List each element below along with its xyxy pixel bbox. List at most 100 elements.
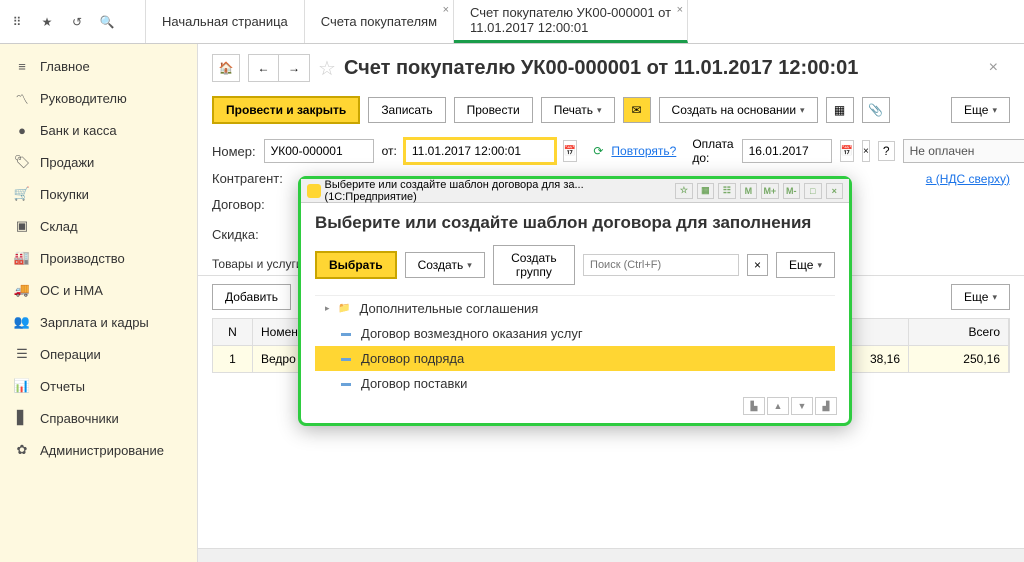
dialog-toolbar: Выбрать Создать Создать группу × Еще (315, 245, 835, 285)
search-input[interactable] (583, 254, 739, 276)
calendar-button[interactable]: 📅 (563, 140, 577, 162)
clear-button[interactable]: × (862, 140, 870, 162)
create-group-button[interactable]: Создать группу (493, 245, 575, 285)
dialog-more-button[interactable]: Еще (776, 252, 835, 278)
number-input[interactable] (264, 139, 374, 163)
tag-icon: 🏷 (14, 154, 30, 170)
sidebar-item-bank[interactable]: ●Банк и касса (0, 114, 197, 146)
status-input[interactable] (903, 139, 1024, 163)
app-topbar: ⠿ ★ ↺ 🔍 Начальная страница Счета покупат… (0, 0, 1024, 44)
tab-invoices[interactable]: Счета покупателям× (305, 0, 454, 43)
calendar-button[interactable]: 📅 (840, 140, 854, 162)
repeat-icon[interactable]: ⟳ (593, 144, 603, 158)
sidebar: ≡Главное 〽Руководителю ●Банк и касса 🏷Пр… (0, 44, 198, 562)
tool-icon[interactable]: ☷ (718, 183, 735, 199)
sidebar-item-main[interactable]: ≡Главное (0, 50, 197, 82)
vat-link[interactable]: а (НДС сверху) (926, 172, 1010, 186)
close-page-button[interactable]: × (989, 59, 998, 77)
repeat-link[interactable]: Повторять? (611, 144, 676, 158)
create-button[interactable]: Создать (405, 252, 485, 278)
back-button[interactable]: ← (249, 55, 279, 81)
coin-icon: ● (14, 122, 30, 138)
sidebar-item-purchases[interactable]: 🛒Покупки (0, 178, 197, 210)
scrollbar[interactable] (198, 548, 1024, 562)
tab-home[interactable]: Начальная страница (146, 0, 305, 43)
more-goods-button[interactable]: Еще (951, 284, 1010, 310)
boxes-icon: ▣ (14, 218, 30, 234)
star-icon[interactable]: ★ (38, 13, 56, 31)
mplus-button[interactable]: M+ (761, 183, 778, 199)
sidebar-item-assets[interactable]: 🚚ОС и НМА (0, 274, 197, 306)
post-button[interactable]: Провести (454, 97, 533, 123)
sidebar-item-reports[interactable]: 📊Отчеты (0, 370, 197, 402)
tree-item[interactable]: ▬ Договор поставки (315, 371, 835, 396)
topbar-left: ⠿ ★ ↺ 🔍 (0, 0, 146, 43)
menu-icon: ≡ (14, 58, 30, 74)
print-button[interactable]: Печать (541, 97, 615, 123)
tree-item[interactable]: ▬ Договор возмездного оказания услуг (315, 321, 835, 346)
item-icon: ▬ (339, 353, 353, 364)
tree-item-selected[interactable]: ▬ Договор подряда (315, 346, 835, 371)
nav-down-button[interactable]: ▼ (791, 397, 813, 415)
mminus-button[interactable]: M- (783, 183, 800, 199)
select-button[interactable]: Выбрать (315, 251, 397, 279)
template-dialog: Выберите или создайте шаблон договора дл… (298, 176, 852, 426)
expand-icon[interactable]: ▸ (325, 303, 330, 314)
dialog-footer-nav: ▙ ▲ ▼ ▟ (743, 397, 837, 415)
report-button[interactable]: ▦ (826, 97, 854, 123)
favorite-toggle[interactable]: ☆ (318, 56, 336, 81)
dialog-titlebar[interactable]: Выберите или создайте шаблон договора дл… (301, 179, 849, 203)
template-tree: ▸ 📁 Дополнительные соглашения ▬ Договор … (315, 295, 835, 396)
write-button[interactable]: Записать (368, 97, 445, 123)
list-icon: ☰ (14, 346, 30, 362)
add-row-button[interactable]: Добавить (212, 284, 291, 310)
payuntil-input[interactable] (742, 139, 832, 163)
forward-button[interactable]: → (279, 55, 309, 81)
search-icon[interactable]: 🔍 (98, 13, 116, 31)
sidebar-item-catalogs[interactable]: ▋Справочники (0, 402, 197, 434)
folder-icon: 📁 (338, 303, 352, 314)
app-logo-icon (307, 184, 321, 198)
page-header: 🏠 ← → ☆ Счет покупателю УК00-000001 от 1… (198, 44, 1024, 92)
sidebar-item-stock[interactable]: ▣Склад (0, 210, 197, 242)
more-button[interactable]: Еще (951, 97, 1010, 123)
maximize-button[interactable]: □ (804, 183, 821, 199)
create-based-button[interactable]: Создать на основании (659, 97, 818, 123)
close-button[interactable]: × (826, 183, 843, 199)
post-and-close-button[interactable]: Провести и закрыть (212, 96, 360, 124)
clear-search-button[interactable]: × (747, 254, 768, 276)
nav-up-button[interactable]: ▲ (767, 397, 789, 415)
home-button[interactable]: 🏠 (212, 54, 240, 82)
tabs-container: Начальная страница Счета покупателям× Сч… (146, 0, 1024, 43)
history-icon[interactable]: ↺ (68, 13, 86, 31)
tab-invoice-detail[interactable]: Счет покупателю УК00-000001 от 11.01.201… (454, 0, 688, 43)
truck-icon: 🚚 (14, 282, 30, 298)
main-toolbar: Провести и закрыть Записать Провести Печ… (198, 92, 1024, 134)
sidebar-item-production[interactable]: 🏭Производство (0, 242, 197, 274)
close-icon[interactable]: × (677, 4, 683, 16)
apps-icon[interactable]: ⠿ (8, 13, 26, 31)
attach-button[interactable]: 📎 (862, 97, 890, 123)
sidebar-item-admin[interactable]: ✿Администрирование (0, 434, 197, 466)
row-number: Номер: от: 📅 ⟳ Повторять? Оплата до: 📅 ×… (198, 134, 1024, 168)
nav-first-button[interactable]: ▙ (743, 397, 765, 415)
book-icon: ▋ (14, 410, 30, 426)
mail-button[interactable]: ✉ (623, 97, 651, 123)
col-n: N (213, 319, 253, 345)
nav-last-button[interactable]: ▟ (815, 397, 837, 415)
date-input[interactable] (405, 139, 555, 163)
dialog-body: Выберите или создайте шаблон договора дл… (301, 203, 849, 406)
tool-icon[interactable]: ▦ (697, 183, 714, 199)
sidebar-item-salary[interactable]: 👥Зарплата и кадры (0, 306, 197, 338)
close-icon[interactable]: × (443, 4, 449, 16)
sidebar-item-manager[interactable]: 〽Руководителю (0, 82, 197, 114)
col-total: Всего (909, 319, 1009, 345)
m-button[interactable]: M (740, 183, 757, 199)
discount-label: Скидка: (212, 227, 296, 242)
tree-folder[interactable]: ▸ 📁 Дополнительные соглашения (315, 296, 835, 321)
tool-icon[interactable]: ☆ (675, 183, 692, 199)
sidebar-item-operations[interactable]: ☰Операции (0, 338, 197, 370)
sidebar-item-sales[interactable]: 🏷Продажи (0, 146, 197, 178)
payuntil-label: Оплата до: (692, 137, 733, 165)
help-button[interactable]: ? (878, 141, 895, 161)
